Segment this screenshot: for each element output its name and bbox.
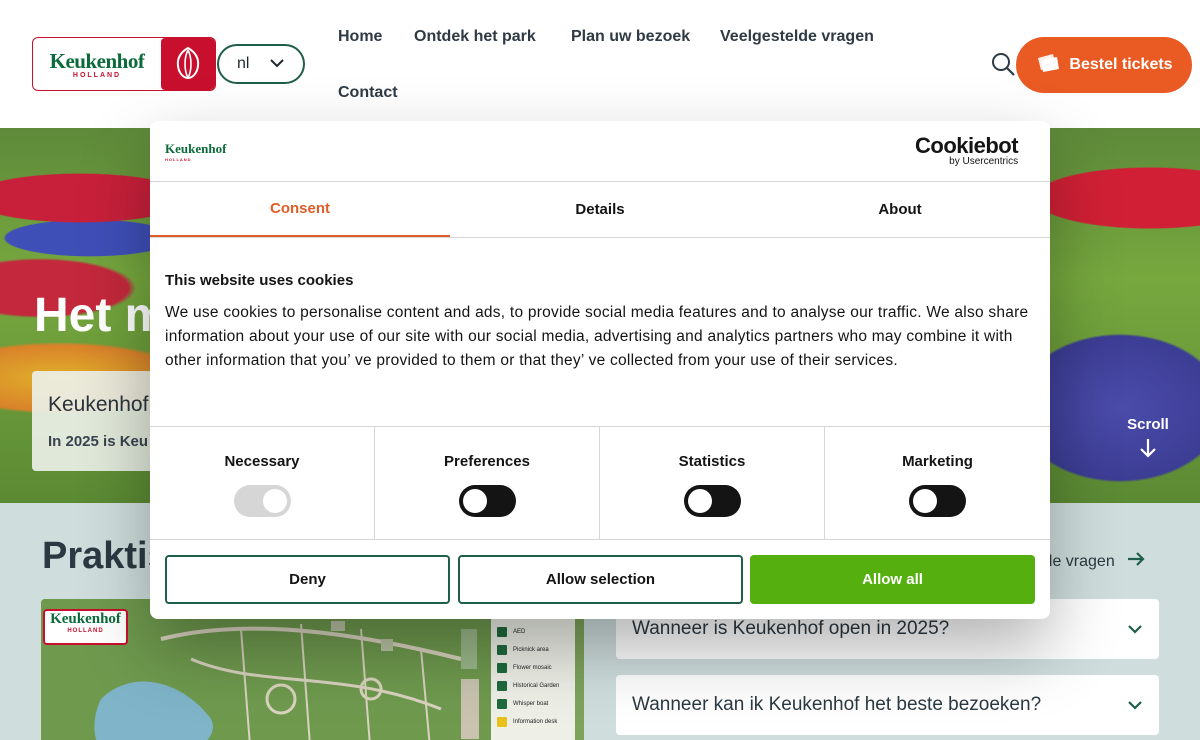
category-statistics: Statistics: [600, 427, 825, 539]
deny-button[interactable]: Deny: [165, 555, 450, 604]
allow-all-button[interactable]: Allow all: [750, 555, 1035, 604]
toggle-knob: [913, 489, 937, 513]
tab-details[interactable]: Details: [450, 182, 750, 237]
category-label: Necessary: [224, 453, 300, 470]
tab-about[interactable]: About: [750, 182, 1050, 237]
preferences-toggle[interactable]: [459, 485, 516, 517]
category-label: Preferences: [444, 453, 530, 470]
allow-selection-button[interactable]: Allow selection: [458, 555, 743, 604]
category-label: Statistics: [678, 453, 746, 470]
cookiebot-logo[interactable]: Cookiebot by Usercentrics: [915, 133, 1019, 167]
dialog-header: Keukenhof HOLLAND Cookiebot by Usercentr…: [150, 121, 1050, 182]
cookie-overlay: Keukenhof HOLLAND Cookiebot by Usercentr…: [0, 0, 1200, 740]
category-necessary: Necessary: [150, 427, 375, 539]
dialog-logo-sub: HOLLAND: [165, 157, 192, 162]
dialog-heading: This website uses cookies: [165, 272, 354, 289]
necessary-toggle: [234, 485, 291, 517]
marketing-toggle[interactable]: [909, 485, 966, 517]
toggle-knob: [688, 489, 712, 513]
dialog-logo-word: Keukenhof: [165, 141, 227, 156]
cookie-consent-dialog: Keukenhof HOLLAND Cookiebot by Usercentr…: [150, 121, 1050, 619]
category-marketing: Marketing: [825, 427, 1050, 539]
dialog-body-text: We use cookies to personalise content an…: [165, 304, 1029, 369]
tab-consent[interactable]: Consent: [150, 182, 450, 237]
statistics-toggle[interactable]: [684, 485, 741, 517]
dialog-site-logo: Keukenhof HOLLAND: [165, 141, 226, 162]
category-label: Marketing: [902, 453, 973, 470]
toggle-knob: [263, 489, 287, 513]
consent-categories: Necessary Preferences Statistics Marketi…: [150, 426, 1050, 540]
category-preferences: Preferences: [375, 427, 600, 539]
dialog-tabs: Consent Details About: [150, 182, 1050, 238]
toggle-knob: [463, 489, 487, 513]
